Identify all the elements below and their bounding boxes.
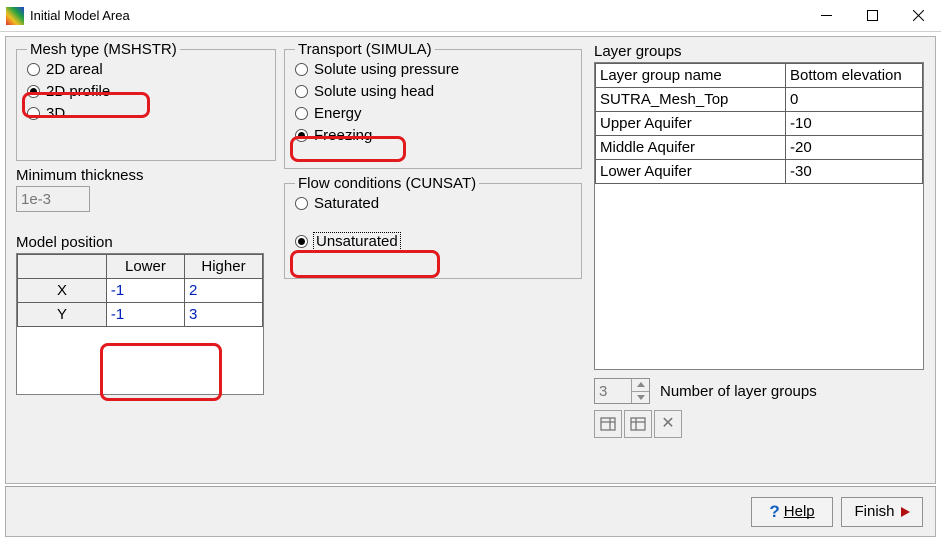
client-area: Mesh type (MSHSTR) 2D areal 2D profile 3… xyxy=(5,36,936,484)
radio-energy[interactable]: Energy xyxy=(295,102,571,124)
app-icon xyxy=(6,7,24,25)
model-position-table[interactable]: Lower Higher X -1 2 Y -1 3 xyxy=(16,253,264,395)
radio-label: 3D xyxy=(46,105,65,122)
radio-icon xyxy=(295,107,308,120)
table-row: SUTRA_Mesh_Top0 xyxy=(596,88,923,112)
row-axis: X xyxy=(18,279,107,303)
bottom-bar: ? Help Finish xyxy=(5,486,936,537)
radio-label: Solute using head xyxy=(314,83,434,100)
layer-groups-label: Layer groups xyxy=(594,43,924,60)
radio-freezing[interactable]: Freezing xyxy=(295,124,571,146)
mesh-type-legend: Mesh type (MSHSTR) xyxy=(27,41,180,58)
spinner-arrows-icon[interactable] xyxy=(631,379,649,403)
close-button[interactable] xyxy=(895,0,941,31)
col-lower: Lower xyxy=(106,255,184,279)
cell-higher[interactable]: 3 xyxy=(184,303,262,327)
table-row: Middle Aquifer-20 xyxy=(596,136,923,160)
maximize-button[interactable] xyxy=(849,0,895,31)
arrow-right-icon xyxy=(901,507,910,517)
radio-label: Freezing xyxy=(314,127,372,144)
radio-icon xyxy=(27,107,40,120)
min-thickness-input[interactable] xyxy=(16,186,90,212)
table-row: Y -1 3 xyxy=(18,303,263,327)
finish-button[interactable]: Finish xyxy=(841,497,923,527)
radio-icon xyxy=(27,85,40,98)
radio-label: 2D areal xyxy=(46,61,103,78)
minimize-button[interactable] xyxy=(803,0,849,31)
radio-label: Solute using pressure xyxy=(314,61,459,78)
table-row: Lower Aquifer-30 xyxy=(596,160,923,184)
radio-label: Saturated xyxy=(314,195,379,212)
insert-row-button[interactable] xyxy=(594,410,622,438)
cell-lower[interactable]: -1 xyxy=(106,279,184,303)
radio-icon xyxy=(295,129,308,142)
layer-count-spinner[interactable]: 3 xyxy=(594,378,650,404)
help-button[interactable]: ? Help xyxy=(751,497,833,527)
flow-conditions-group: Flow conditions (CUNSAT) Saturated Unsat… xyxy=(284,175,582,279)
radio-unsaturated[interactable]: Unsaturated xyxy=(295,230,571,252)
finish-label: Finish xyxy=(854,503,894,520)
flow-legend: Flow conditions (CUNSAT) xyxy=(295,175,479,192)
cell-higher[interactable]: 2 xyxy=(184,279,262,303)
layer-groups-table[interactable]: Layer group name Bottom elevation SUTRA_… xyxy=(594,62,924,370)
help-icon: ? xyxy=(769,502,779,522)
table-row: Upper Aquifer-10 xyxy=(596,112,923,136)
close-icon: ✕ xyxy=(661,416,674,432)
titlebar: Initial Model Area xyxy=(0,0,941,32)
radio-solute-pressure[interactable]: Solute using pressure xyxy=(295,58,571,80)
table-row: X -1 2 xyxy=(18,279,263,303)
radio-icon xyxy=(295,197,308,210)
radio-3d[interactable]: 3D xyxy=(27,102,265,124)
radio-icon xyxy=(295,63,308,76)
radio-label: Energy xyxy=(314,105,362,122)
radio-icon xyxy=(295,85,308,98)
row-axis: Y xyxy=(18,303,107,327)
col-name: Layer group name xyxy=(596,64,786,88)
layer-count-label: Number of layer groups xyxy=(660,383,817,400)
model-position-label: Model position xyxy=(16,234,276,251)
mesh-type-group: Mesh type (MSHSTR) 2D areal 2D profile 3… xyxy=(16,41,276,161)
radio-label: Unsaturated xyxy=(314,233,400,250)
min-thickness-label: Minimum thickness xyxy=(16,167,276,184)
col-bottom: Bottom elevation xyxy=(786,64,923,88)
radio-saturated[interactable]: Saturated xyxy=(295,192,571,214)
radio-solute-head[interactable]: Solute using head xyxy=(295,80,571,102)
radio-label: 2D profile xyxy=(46,83,110,100)
radio-icon xyxy=(295,235,308,248)
window-title: Initial Model Area xyxy=(30,8,803,23)
radio-icon xyxy=(27,63,40,76)
radio-2d-areal[interactable]: 2D areal xyxy=(27,58,265,80)
transport-legend: Transport (SIMULA) xyxy=(295,41,435,58)
transport-group: Transport (SIMULA) Solute using pressure… xyxy=(284,41,582,169)
radio-2d-profile[interactable]: 2D profile xyxy=(27,80,265,102)
delete-row-button[interactable]: ✕ xyxy=(654,410,682,438)
cell-lower[interactable]: -1 xyxy=(106,303,184,327)
add-row-button[interactable] xyxy=(624,410,652,438)
help-label: Help xyxy=(784,503,815,520)
col-higher: Higher xyxy=(184,255,262,279)
spin-value: 3 xyxy=(595,383,631,400)
